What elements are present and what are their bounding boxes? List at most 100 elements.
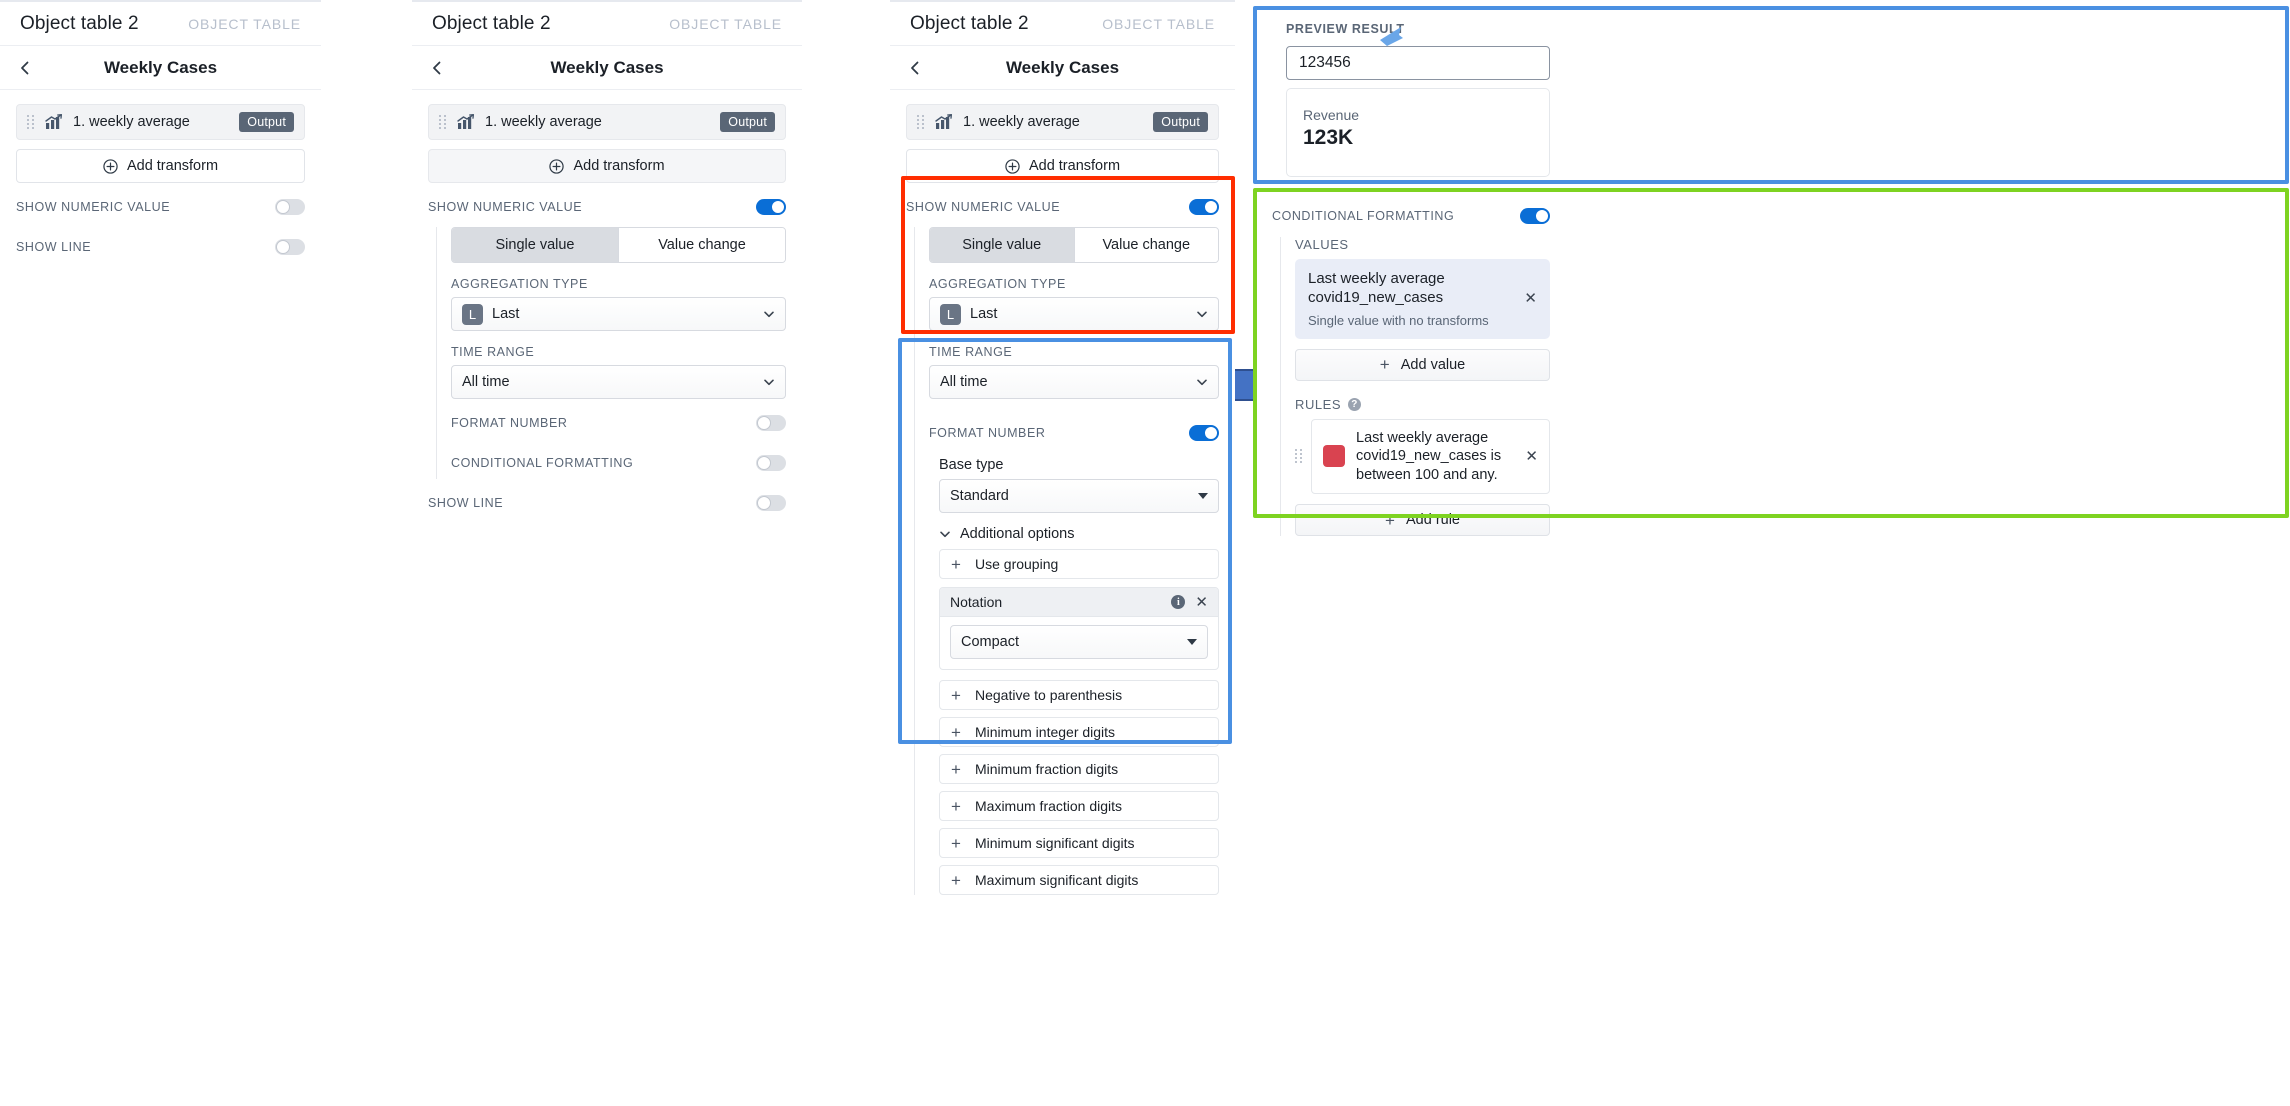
plus-icon: +: [951, 796, 961, 816]
add-transform-label: Add transform: [573, 158, 665, 174]
chart-bars-icon: [935, 114, 953, 130]
add-transform-button[interactable]: Add transform: [906, 149, 1219, 183]
time-range-value: All time: [462, 374, 510, 390]
back-chevron-icon[interactable]: [16, 59, 34, 77]
conditional-formatting-toggle[interactable]: [1520, 208, 1550, 224]
add-transform-label: Add transform: [1028, 158, 1121, 174]
notation-title: Notation: [950, 594, 1003, 610]
output-badge[interactable]: Output: [239, 112, 294, 132]
plus-circle-icon: [1005, 158, 1020, 174]
option-label: Minimum integer digits: [975, 724, 1116, 740]
result-metric-label: Revenue: [1303, 107, 1360, 123]
show-numeric-value-toggle[interactable]: [756, 199, 786, 215]
object-kind-label: OBJECT TABLE: [669, 15, 782, 32]
back-chevron-icon[interactable]: [906, 59, 924, 77]
conditional-formatting-options: VALUES Last weekly average covid19_new_c…: [1280, 237, 1550, 537]
add-rule-label: Add rule: [1405, 512, 1460, 529]
conditional-formatting-toggle[interactable]: [756, 455, 786, 471]
numeric-value-options: Single value Value change AGGREGATION TY…: [914, 227, 1219, 895]
transform-row[interactable]: 1. weekly average Output: [906, 104, 1219, 140]
base-type-select[interactable]: Standard: [939, 479, 1219, 513]
value-mode-segmented: Single value Value change: [929, 227, 1219, 263]
time-range-select[interactable]: All time: [929, 365, 1219, 399]
transform-row[interactable]: 1. weekly average Output: [428, 104, 786, 140]
add-transform-button[interactable]: Add transform: [428, 149, 786, 183]
panel-2-body: 1. weekly average Output Add transform S…: [412, 90, 802, 519]
show-line-toggle[interactable]: [275, 239, 305, 255]
value-card-subtitle: Single value with no transforms: [1308, 312, 1489, 328]
close-icon[interactable]: ✕: [1195, 595, 1208, 610]
panel-3-body: 1. weekly average Output Add transform S…: [890, 90, 1235, 895]
rule-color-swatch[interactable]: [1323, 445, 1345, 468]
add-rule-button[interactable]: + Add rule: [1295, 504, 1550, 537]
drag-handle-icon[interactable]: [917, 115, 925, 129]
panel-title: Weekly Cases: [550, 57, 664, 77]
tab-value-change[interactable]: Value change: [1073, 228, 1218, 262]
aggregation-type-label: AGGREGATION TYPE: [451, 277, 588, 291]
panel-2-subheader: Weekly Cases: [412, 46, 802, 90]
show-line-toggle[interactable]: [756, 495, 786, 511]
add-value-button[interactable]: + Add value: [1295, 348, 1550, 381]
option-minimum-significant-digits[interactable]: + Minimum significant digits: [939, 828, 1219, 858]
option-use-grouping[interactable]: + Use grouping: [939, 549, 1219, 579]
drag-handle-icon[interactable]: [439, 115, 447, 129]
option-negative-to-parenthesis[interactable]: + Negative to parenthesis: [939, 680, 1219, 710]
tab-value-change[interactable]: Value change: [618, 228, 785, 262]
notation-select[interactable]: Compact: [950, 625, 1208, 659]
show-numeric-value-toggle[interactable]: [275, 199, 305, 215]
show-numeric-value-label: SHOW NUMERIC VALUE: [906, 200, 1061, 214]
option-minimum-fraction-digits[interactable]: + Minimum fraction digits: [939, 754, 1219, 784]
drag-handle-icon[interactable]: [27, 115, 35, 129]
rule-card[interactable]: Last weekly average covid19_new_cases is…: [1311, 418, 1550, 495]
chart-bars-icon: [457, 114, 475, 130]
show-numeric-value-label: SHOW NUMERIC VALUE: [428, 200, 583, 214]
conditional-value-card[interactable]: Last weekly average covid19_new_cases Si…: [1295, 259, 1550, 339]
option-maximum-fraction-digits[interactable]: + Maximum fraction digits: [939, 791, 1219, 821]
panel-1-subheader: Weekly Cases: [0, 46, 321, 90]
time-range-label: TIME RANGE: [451, 345, 535, 359]
remove-rule-icon[interactable]: ✕: [1525, 449, 1538, 464]
panel-title: Weekly Cases: [103, 57, 218, 77]
output-badge[interactable]: Output: [720, 112, 775, 132]
panel-step-2: Object table 2 OBJECT TABLE Weekly Cases: [412, 0, 802, 511]
show-numeric-value-row: SHOW NUMERIC VALUE: [428, 191, 786, 223]
panel-3-subheader: Weekly Cases: [890, 46, 1235, 90]
conditional-formatting-row: CONDITIONAL FORMATTING: [1272, 205, 1550, 227]
option-maximum-significant-digits[interactable]: + Maximum significant digits: [939, 865, 1219, 895]
time-range-select[interactable]: All time: [451, 365, 786, 399]
object-title: Object table 2: [432, 12, 551, 34]
transform-row[interactable]: 1. weekly average Output: [16, 104, 305, 140]
panel-step-1: Object table 2 OBJECT TABLE Weekly Cases: [0, 0, 321, 300]
output-badge[interactable]: Output: [1153, 112, 1208, 132]
aggregation-type-select[interactable]: L Last: [451, 297, 786, 331]
object-title: Object table 2: [20, 12, 139, 34]
base-type-label: Base type: [939, 457, 1004, 473]
format-number-toggle[interactable]: [756, 415, 786, 431]
panel-1-body: 1. weekly average Output Add transform S…: [0, 90, 321, 263]
drag-handle-icon[interactable]: [1295, 449, 1303, 464]
plus-circle-icon: [549, 158, 565, 174]
show-numeric-value-row: SHOW NUMERIC VALUE: [16, 191, 305, 223]
plus-icon: +: [951, 870, 961, 890]
tab-single-value[interactable]: Single value: [452, 228, 618, 262]
show-numeric-value-toggle[interactable]: [1189, 199, 1219, 215]
mouse-cursor-icon: [1379, 26, 1405, 48]
preview-result-input[interactable]: 123456: [1286, 46, 1550, 80]
screenshot-stage: Object table 2 OBJECT TABLE Weekly Cases: [0, 0, 2290, 1106]
help-icon[interactable]: ?: [1348, 397, 1362, 411]
preview-result-card: Revenue 123K: [1286, 88, 1550, 177]
show-line-label: SHOW LINE: [16, 240, 92, 254]
option-minimum-integer-digits[interactable]: + Minimum integer digits: [939, 717, 1219, 747]
format-number-toggle[interactable]: [1189, 425, 1219, 441]
aggregation-type-select[interactable]: L Last: [929, 297, 1219, 331]
remove-value-icon[interactable]: ✕: [1524, 291, 1537, 306]
add-transform-button[interactable]: Add transform: [16, 149, 305, 183]
value-card-title: Last weekly average covid19_new_cases: [1308, 270, 1445, 306]
info-icon[interactable]: i: [1171, 595, 1186, 609]
chevron-down-icon: [939, 528, 951, 540]
tab-single-value[interactable]: Single value: [930, 228, 1074, 262]
additional-options-toggle[interactable]: Additional options: [939, 526, 1219, 542]
format-number-label: FORMAT NUMBER: [451, 416, 568, 430]
notation-card-body: Compact: [940, 617, 1218, 669]
back-chevron-icon[interactable]: [428, 59, 446, 77]
